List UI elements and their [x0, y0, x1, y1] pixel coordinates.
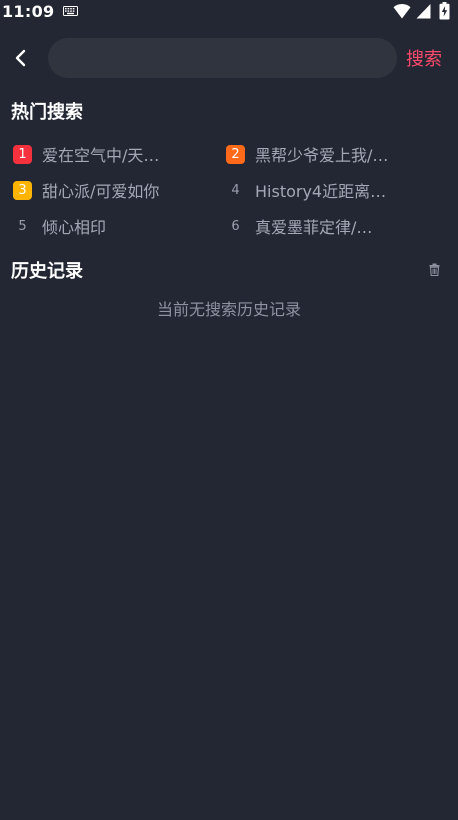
search-input[interactable] — [48, 38, 397, 78]
rank-badge: 1 — [13, 144, 32, 164]
hot-search-item-text: 甜心派/可爱如你 — [42, 182, 160, 201]
hot-search-item-6[interactable]: 6 真爱墨菲定律/… — [226, 214, 446, 238]
hot-search-item-text: 黑帮少爷爱上我/… — [255, 146, 389, 165]
hot-search-item-text: 爱在空气中/天… — [42, 146, 160, 165]
search-button[interactable]: 搜索 — [406, 45, 442, 71]
hot-search-title: 热门搜索 — [11, 102, 83, 123]
battery-charging-icon — [439, 2, 450, 20]
status-bar: 11:09 — [0, 0, 458, 24]
rank-badge: 2 — [226, 144, 245, 164]
hot-search-item-3[interactable]: 3 甜心派/可爱如你 — [13, 178, 208, 202]
rank-badge: 3 — [13, 180, 32, 200]
signal-icon — [416, 4, 431, 19]
hot-search-item-4[interactable]: 4 History4近距离… — [226, 178, 446, 202]
status-time: 11:09 — [2, 2, 55, 21]
search-page: 11:09 搜索 热门搜索 1 爱在空气中/天… 2 黑帮少爷爱上我/… 3 甜… — [0, 0, 458, 820]
rank-number: 6 — [231, 218, 240, 234]
chevron-left-icon — [15, 49, 26, 67]
back-button[interactable] — [8, 44, 34, 72]
trash-icon — [429, 263, 439, 276]
wifi-icon — [393, 4, 411, 19]
hot-search-item-text: 倾心相印 — [42, 218, 107, 237]
hot-search-item-text: 真爱墨菲定律/… — [255, 218, 373, 237]
hot-search-item-2[interactable]: 2 黑帮少爷爱上我/… — [226, 142, 446, 166]
hot-search-item-5[interactable]: 5 倾心相印 — [13, 214, 208, 238]
empty-history-text: 当前无搜索历史记录 — [156, 300, 301, 319]
hot-search-item-text: History4近距离… — [255, 182, 387, 201]
hot-search-item-1[interactable]: 1 爱在空气中/天… — [13, 142, 208, 166]
rank-number: 4 — [231, 182, 240, 198]
clear-history-button[interactable] — [426, 261, 442, 277]
keyboard-icon — [63, 6, 78, 16]
history-title: 历史记录 — [11, 261, 83, 282]
rank-number: 5 — [18, 218, 27, 234]
